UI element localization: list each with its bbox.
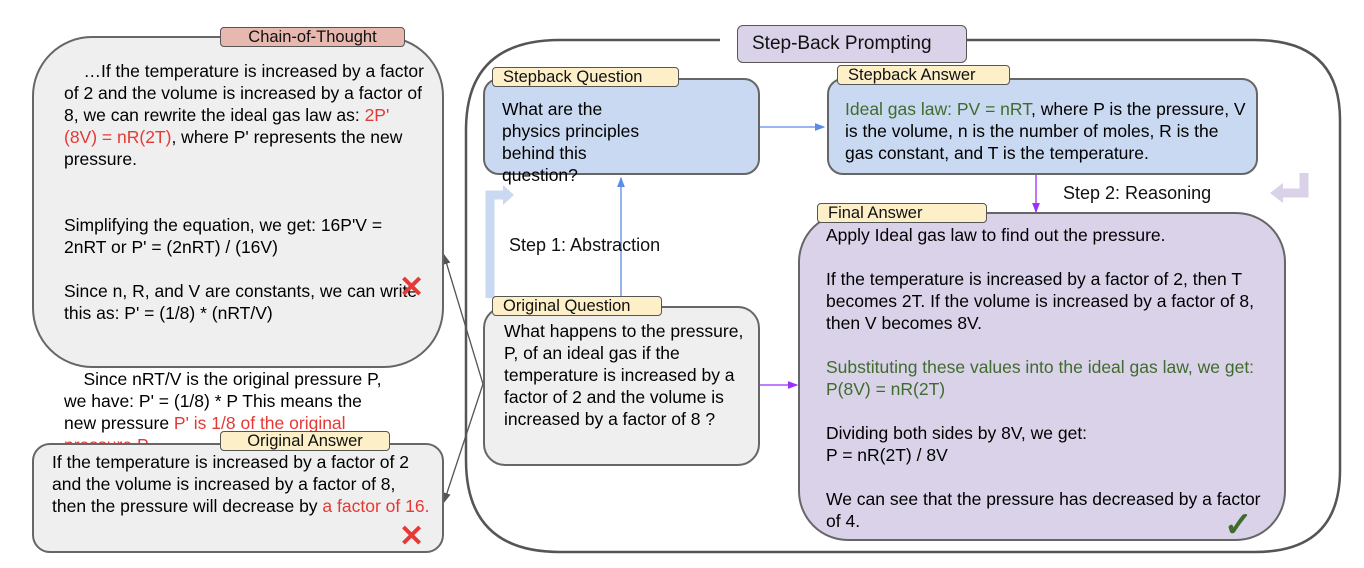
cot-simplify: Simplifying the equation, we get: 16P'V … (64, 215, 387, 257)
final-answer-correct-icon: ✓ (1224, 506, 1253, 544)
final-answer-p1: Apply Ideal gas law to find out the pres… (826, 225, 1166, 245)
step2-label: Step 2: Reasoning (1063, 183, 1212, 203)
stepback-answer-tag: Stepback Answer (837, 65, 1010, 85)
stepback-answer-box: Ideal gas law: PV = nRT, where P is the … (827, 78, 1258, 175)
stepback-question-box: What are the physics principles behind t… (483, 78, 760, 185)
final-answer-box: Apply Ideal gas law to find out the pres… (798, 212, 1286, 541)
step1-bend-arrow-icon (485, 190, 505, 298)
final-answer-conclusion: We can see that the pressure has decreas… (826, 489, 1266, 531)
original-question-text: What happens to the pressure, P, of an i… (504, 321, 749, 429)
original-question-tag: Original Question (492, 296, 662, 316)
final-answer-substitution: Substituting these values into the ideal… (826, 357, 1259, 399)
original-answer-box: If the temperature is increased by a fac… (32, 443, 444, 553)
original-question-box: What happens to the pressure, P, of an i… (483, 306, 760, 466)
stepback-question-tag: Stepback Question (492, 67, 679, 87)
stepback-question-text: What are the physics principles behind t… (502, 99, 645, 185)
original-answer-wrong: a factor of 16. (322, 496, 430, 516)
step1-label: Step 1: Abstraction (509, 235, 661, 255)
original-answer-incorrect-icon: ✕ (399, 520, 425, 553)
step2-bend-arrow-icon (1280, 173, 1309, 198)
chain-of-thought-box: …If the temperature is increased by a fa… (32, 36, 444, 455)
final-answer-p4: Dividing both sides by 8V, we get: P = n… (826, 423, 1088, 465)
arrow-to-original-answer (443, 383, 484, 504)
original-answer-tag: Original Answer (220, 431, 390, 451)
step-back-title: Step-Back Prompting (737, 25, 967, 63)
final-answer-p2: If the temperature is increased by a fac… (826, 269, 1259, 333)
cot-incorrect-icon: ✕ (399, 271, 425, 304)
cot-constants: Since n, R, and V are constants, we can … (64, 281, 422, 323)
final-answer-tag: Final Answer (817, 203, 987, 223)
ideal-gas-law: Ideal gas law: PV = nRT (845, 99, 1031, 119)
arrow-to-cot (442, 253, 484, 385)
chain-of-thought-tag: Chain-of-Thought (220, 27, 405, 47)
